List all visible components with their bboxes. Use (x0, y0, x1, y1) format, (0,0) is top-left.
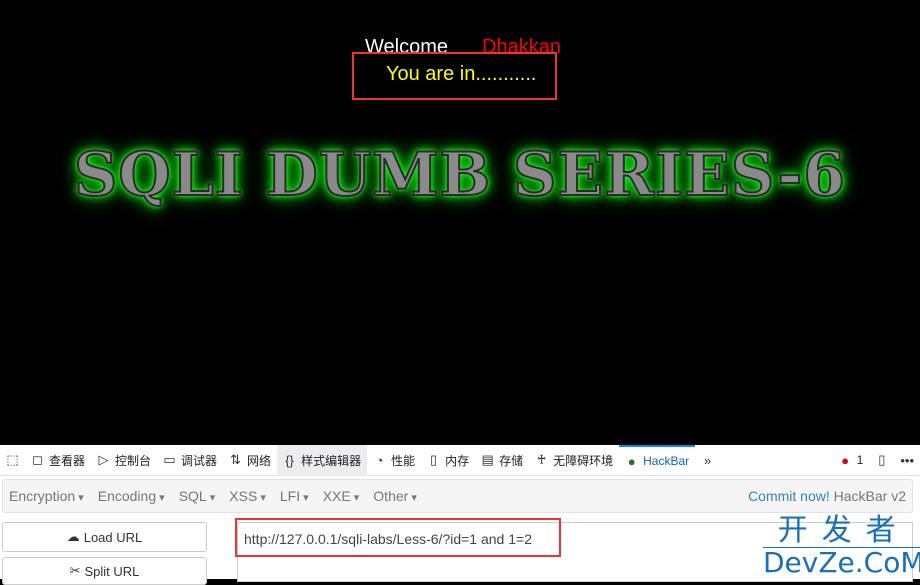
button-label: Split URL (84, 563, 140, 579)
menu-xss[interactable]: XSS (223, 488, 274, 504)
dock-icon: ▯ (878, 452, 886, 467)
more-icon: ••• (900, 452, 914, 468)
inspector-icon: ◻ (32, 452, 43, 467)
tab-storage[interactable]: ▤ 存储 (475, 445, 529, 476)
tab-performance[interactable]: ◔ 性能 (367, 445, 421, 476)
tab-label: 控制台 (115, 453, 152, 468)
tab-label: 性能 (391, 453, 416, 468)
tab-accessibility[interactable]: ♰ 无障碍环境 (529, 445, 619, 476)
banner-logo: SQLI DUMB SERIES-6 (73, 139, 846, 211)
cloud-download-icon: ☁ (66, 529, 80, 544)
tab-debugger[interactable]: ▭ 调试器 (157, 445, 223, 476)
tab-inspector[interactable]: ◻ 查看器 (25, 445, 91, 476)
network-icon: ⇅ (230, 452, 241, 467)
menu-button[interactable]: ••• (894, 445, 920, 476)
watermark: 开发者 DevZe.CoM (763, 515, 920, 578)
menu-sql[interactable]: SQL (173, 488, 224, 504)
dock-button[interactable]: ▯ (869, 445, 894, 476)
tab-memory[interactable]: ▯ 内存 (421, 445, 475, 476)
load-url-button[interactable]: ☁ Load URL (2, 522, 207, 552)
watermark-line1: 开发者 (763, 515, 920, 548)
highlight-box (235, 518, 561, 557)
tab-label: 查看器 (49, 453, 86, 468)
error-indicator[interactable]: ● 1 (833, 445, 870, 476)
error-count: 1 (856, 453, 864, 467)
tab-label: 调试器 (181, 453, 218, 468)
tab-style-editor[interactable]: {} 样式编辑器 (277, 444, 368, 476)
menu-xxe[interactable]: XXE (317, 488, 368, 504)
devtools-toolbar: ⬚ ◻ 查看器 ▷ 控制台 ▭ 调试器 ⇅ 网络 {} 样式编辑器 ◔ 性能 ▯ 内存 ▤ 存储… (0, 444, 920, 476)
tab-label: 样式编辑器 (301, 453, 362, 468)
split-url-button[interactable]: ✂ Split URL (2, 557, 207, 585)
version-text: HackBar v2 (833, 488, 906, 504)
more-tabs-button[interactable]: » (695, 445, 720, 476)
button-label: Load URL (83, 529, 143, 545)
commit-text: Commit now! (748, 488, 830, 504)
watermark-line2: DevZe.CoM (763, 546, 920, 579)
tab-hackbar[interactable]: ● HackBar (619, 444, 696, 476)
storage-icon: ▤ (481, 452, 494, 467)
picker-icon: ⬚ (6, 452, 19, 467)
error-icon: ● (841, 452, 850, 468)
tab-label: 无障碍环境 (553, 453, 614, 468)
hackbar-menu: Encryption Encoding SQL XSS LFI XXE Othe… (2, 479, 913, 513)
tab-console[interactable]: ▷ 控制台 (91, 445, 157, 476)
menu-other[interactable]: Other (367, 488, 425, 504)
commit-link[interactable]: Commit now! HackBar v2 (748, 488, 912, 504)
chevrons-right-icon: » (704, 452, 712, 468)
accessibility-icon: ♰ (536, 452, 547, 467)
element-picker-button[interactable]: ⬚ (0, 445, 25, 476)
tab-label: 内存 (445, 453, 470, 468)
scissors-icon: ✂ (69, 563, 81, 578)
debugger-icon: ▭ (163, 452, 176, 467)
console-icon: ▷ (98, 452, 109, 467)
menu-encoding[interactable]: Encoding (92, 488, 173, 504)
page-content: Welcome Dhakkan You are in........... SQ… (0, 0, 920, 445)
tab-network[interactable]: ⇅ 网络 (223, 445, 277, 476)
tab-label: 存储 (499, 453, 524, 468)
status-text: You are in........... (386, 63, 537, 85)
memory-icon: ▯ (430, 452, 438, 467)
hackbar-icon: ● (627, 453, 636, 469)
menu-lfi[interactable]: LFI (274, 488, 317, 504)
performance-icon: ◔ (375, 452, 384, 468)
style-editor-icon: {} (285, 452, 294, 468)
tab-label: 网络 (247, 453, 272, 468)
tab-label: HackBar (643, 454, 690, 468)
menu-encryption[interactable]: Encryption (3, 488, 92, 504)
